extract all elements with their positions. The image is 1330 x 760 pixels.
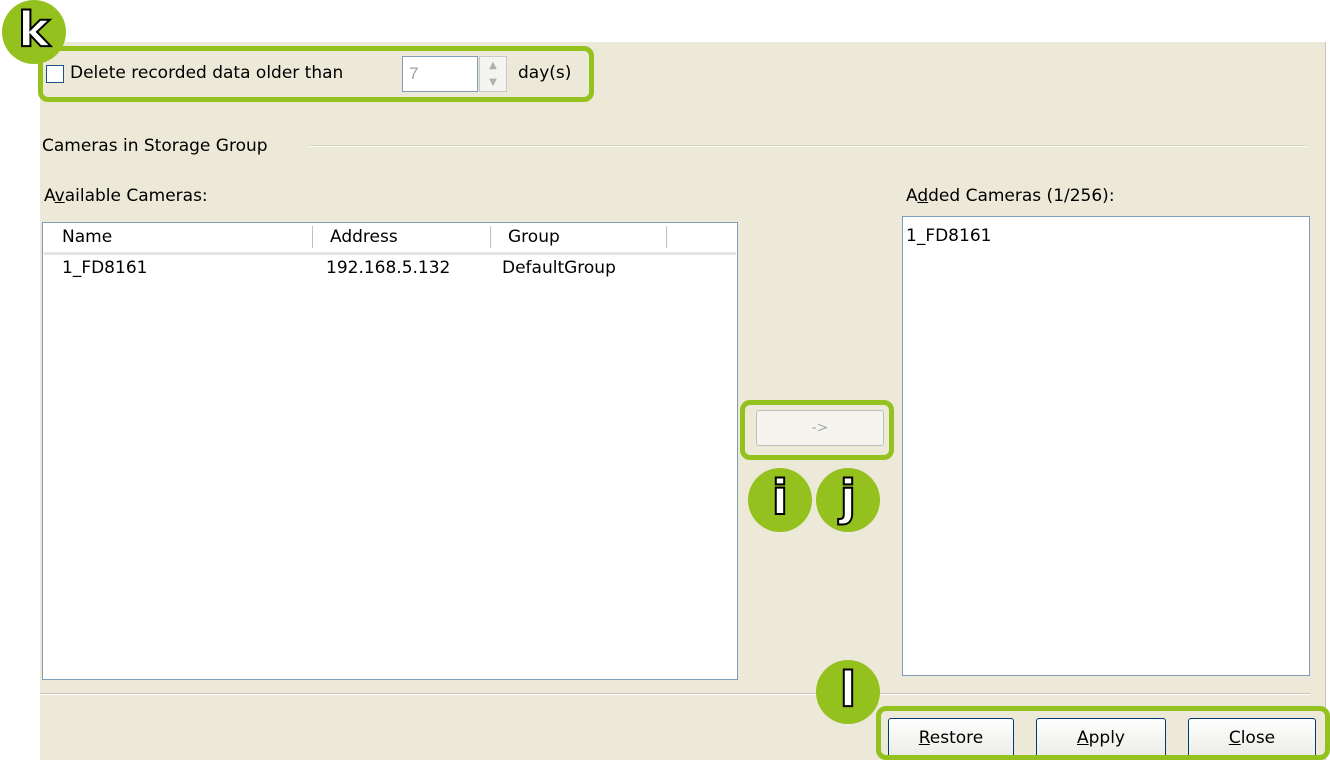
- highlight-k: [38, 46, 594, 102]
- added-cameras-list[interactable]: [902, 216, 1310, 676]
- available-cameras-label: Available Cameras:: [44, 186, 208, 206]
- annotation-badge-i: i: [748, 468, 812, 532]
- highlight-ij: [740, 400, 894, 460]
- window-edge: [1325, 42, 1330, 760]
- annotation-badge-k: k: [2, 0, 66, 64]
- annotation-badge-l: l: [816, 660, 880, 724]
- camera-address-cell: 192.168.5.132: [326, 258, 451, 278]
- column-separator[interactable]: [490, 226, 491, 248]
- column-header-group[interactable]: Group: [508, 227, 560, 257]
- column-separator[interactable]: [312, 226, 313, 248]
- added-cameras-label: Added Cameras (1/256):: [906, 186, 1115, 206]
- available-cameras-list[interactable]: [42, 222, 738, 680]
- column-header-name[interactable]: Name: [62, 227, 112, 257]
- annotation-badge-j: j: [816, 468, 880, 532]
- column-header-address[interactable]: Address: [330, 227, 398, 257]
- highlight-l: [876, 706, 1330, 760]
- list-item[interactable]: 1_FD8161: [906, 226, 991, 246]
- camera-group-cell: DefaultGroup: [502, 258, 616, 278]
- storage-group-title: Cameras in Storage Group: [42, 136, 268, 156]
- column-separator[interactable]: [666, 226, 667, 248]
- camera-name-cell: 1_FD8161: [62, 258, 148, 278]
- group-divider: [310, 145, 1306, 147]
- footer-divider: [40, 693, 1310, 695]
